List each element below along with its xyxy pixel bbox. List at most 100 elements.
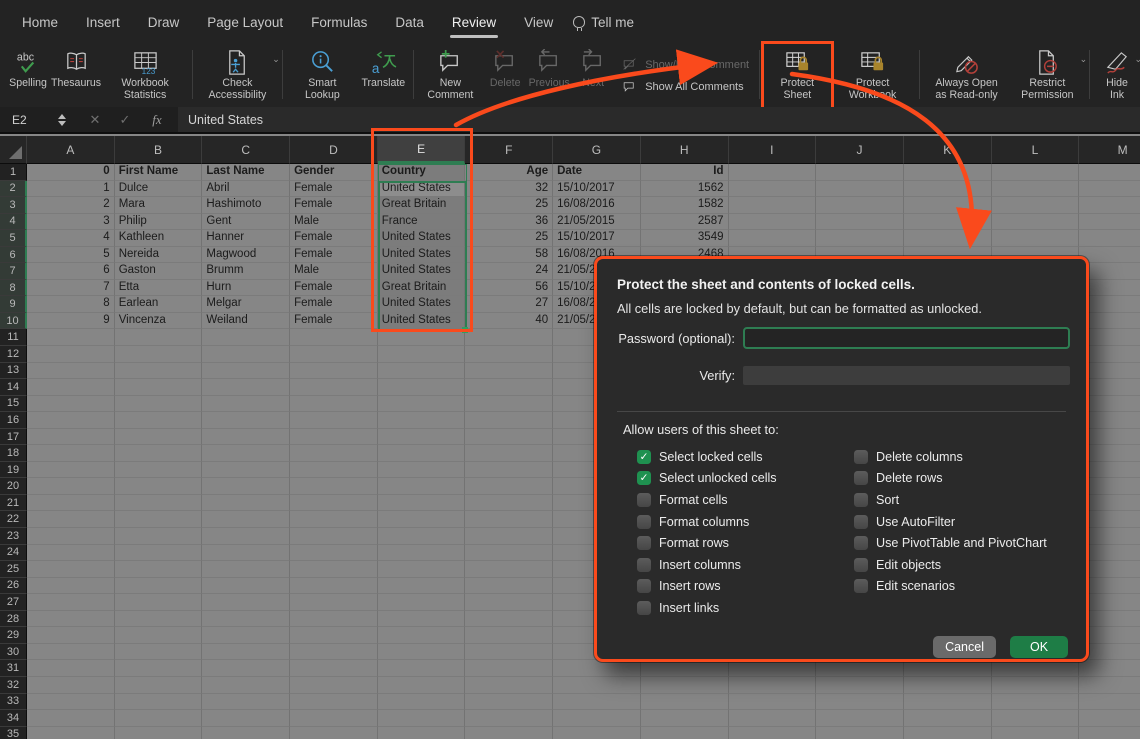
cell-D7[interactable]: Male: [290, 263, 378, 280]
cell-C31[interactable]: [202, 660, 290, 677]
cell-F8[interactable]: 56: [465, 280, 553, 297]
cell-K35[interactable]: [904, 727, 992, 739]
cell-E27[interactable]: [378, 594, 466, 611]
row-header-6[interactable]: 6: [0, 247, 27, 264]
cell-B19[interactable]: [115, 462, 203, 479]
cell-D9[interactable]: Female: [290, 296, 378, 313]
option-format-rows[interactable]: Format rows: [637, 532, 854, 554]
cell-I4[interactable]: [729, 214, 817, 231]
tab-draw[interactable]: Draw: [134, 2, 194, 42]
row-header-19[interactable]: 19: [0, 462, 27, 479]
cell-C12[interactable]: [202, 346, 290, 363]
cell-B6[interactable]: Nereida: [115, 247, 203, 264]
cell-D18[interactable]: [290, 445, 378, 462]
cell-K5[interactable]: [904, 230, 992, 247]
cell-C34[interactable]: [202, 710, 290, 727]
cell-D21[interactable]: [290, 495, 378, 512]
checked-checkbox[interactable]: ✓: [637, 471, 651, 485]
row-header-5[interactable]: 5: [0, 230, 27, 247]
unchecked-checkbox[interactable]: [854, 579, 868, 593]
cell-D10[interactable]: Female: [290, 313, 378, 330]
cell-C27[interactable]: [202, 594, 290, 611]
cell-E8[interactable]: Great Britain: [378, 280, 466, 297]
cell-A27[interactable]: [27, 594, 115, 611]
cell-D5[interactable]: Female: [290, 230, 378, 247]
row-header-27[interactable]: 27: [0, 594, 27, 611]
option-edit-objects[interactable]: Edit objects: [854, 554, 1047, 576]
cell-E34[interactable]: [378, 710, 466, 727]
cell-F20[interactable]: [465, 478, 553, 495]
row-header-29[interactable]: 29: [0, 627, 27, 644]
cell-B26[interactable]: [115, 578, 203, 595]
cell-E23[interactable]: [378, 528, 466, 545]
column-header-l[interactable]: L: [992, 136, 1080, 164]
protect-sheet-button[interactable]: Protect Sheet: [764, 44, 831, 107]
cell-G31[interactable]: [553, 660, 641, 677]
enter-icon[interactable]: ✓: [110, 112, 140, 128]
cell-C11[interactable]: [202, 329, 290, 346]
cell-L34[interactable]: [992, 710, 1080, 727]
cell-B27[interactable]: [115, 594, 203, 611]
cell-D20[interactable]: [290, 478, 378, 495]
cell-C30[interactable]: [202, 644, 290, 661]
cancel-button[interactable]: Cancel: [933, 636, 996, 658]
cell-E9[interactable]: United States: [378, 296, 466, 313]
cell-B33[interactable]: [115, 694, 203, 711]
next-button[interactable]: Next: [571, 44, 615, 107]
cell-A15[interactable]: [27, 396, 115, 413]
cell-A14[interactable]: [27, 379, 115, 396]
cell-I3[interactable]: [729, 197, 817, 214]
cell-F33[interactable]: [465, 694, 553, 711]
row-header-24[interactable]: 24: [0, 545, 27, 562]
row-header-34[interactable]: 34: [0, 710, 27, 727]
verify-input[interactable]: [743, 366, 1070, 385]
cell-A28[interactable]: [27, 611, 115, 628]
cell-E26[interactable]: [378, 578, 466, 595]
cell-A31[interactable]: [27, 660, 115, 677]
option-insert-columns[interactable]: Insert columns: [637, 554, 854, 576]
cell-A3[interactable]: 2: [27, 197, 115, 214]
fx-icon[interactable]: fx: [140, 112, 174, 128]
cell-E2[interactable]: United States: [378, 181, 466, 198]
cell-I32[interactable]: [729, 677, 817, 694]
option-select-locked-cells[interactable]: ✓Select locked cells: [637, 446, 854, 468]
cell-A22[interactable]: [27, 511, 115, 528]
cell-E29[interactable]: [378, 627, 466, 644]
option-insert-links[interactable]: Insert links: [637, 597, 854, 619]
cell-A21[interactable]: [27, 495, 115, 512]
cell-D2[interactable]: Female: [290, 181, 378, 198]
cell-E25[interactable]: [378, 561, 466, 578]
cell-G5[interactable]: 15/10/2017: [553, 230, 641, 247]
cell-D33[interactable]: [290, 694, 378, 711]
delete-button[interactable]: Delete: [483, 44, 527, 107]
row-header-1[interactable]: 1: [0, 164, 27, 181]
cell-B17[interactable]: [115, 429, 203, 446]
cell-D24[interactable]: [290, 545, 378, 562]
row-header-17[interactable]: 17: [0, 429, 27, 446]
cell-K3[interactable]: [904, 197, 992, 214]
cell-K31[interactable]: [904, 660, 992, 677]
cell-K34[interactable]: [904, 710, 992, 727]
cell-C25[interactable]: [202, 561, 290, 578]
option-select-unlocked-cells[interactable]: ✓Select unlocked cells: [637, 468, 854, 490]
cell-M1[interactable]: [1079, 164, 1140, 181]
cell-B9[interactable]: Earlean: [115, 296, 203, 313]
row-header-18[interactable]: 18: [0, 445, 27, 462]
column-header-e[interactable]: E: [378, 136, 466, 164]
unchecked-checkbox[interactable]: [854, 471, 868, 485]
row-header-8[interactable]: 8: [0, 280, 27, 297]
option-use-pivottable-and-pivotchart[interactable]: Use PivotTable and PivotChart: [854, 532, 1047, 554]
cell-F18[interactable]: [465, 445, 553, 462]
cell-H4[interactable]: 2587: [641, 214, 729, 231]
cell-D29[interactable]: [290, 627, 378, 644]
name-box[interactable]: E2: [0, 113, 58, 127]
cell-F29[interactable]: [465, 627, 553, 644]
cell-J32[interactable]: [816, 677, 904, 694]
row-header-4[interactable]: 4: [0, 214, 27, 231]
cell-B23[interactable]: [115, 528, 203, 545]
cell-F12[interactable]: [465, 346, 553, 363]
cell-F15[interactable]: [465, 396, 553, 413]
cell-C7[interactable]: Brumm: [202, 263, 290, 280]
cell-D28[interactable]: [290, 611, 378, 628]
cell-A32[interactable]: [27, 677, 115, 694]
